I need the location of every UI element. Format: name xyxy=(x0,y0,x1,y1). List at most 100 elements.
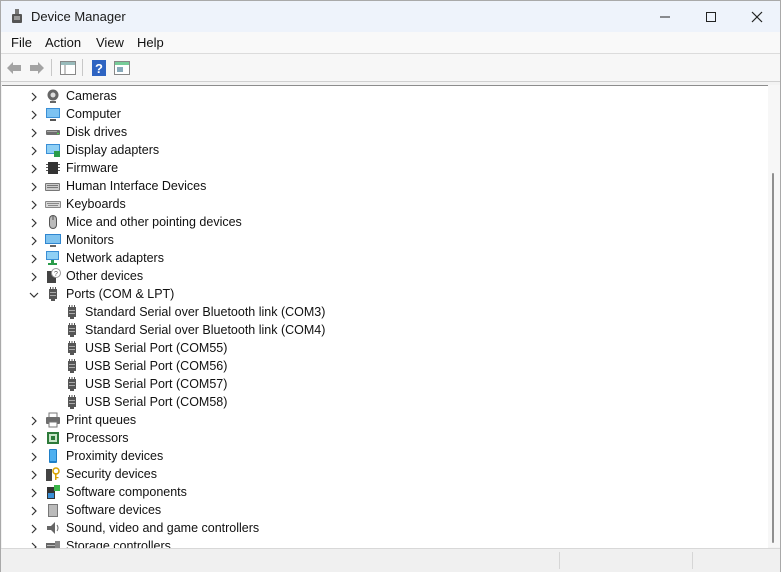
tree-category[interactable]: Software devices xyxy=(2,501,768,519)
menu-action[interactable]: Action xyxy=(45,35,81,50)
port-icon xyxy=(64,322,80,338)
tree-device[interactable]: Standard Serial over Bluetooth link (COM… xyxy=(2,303,768,321)
close-button[interactable] xyxy=(734,1,780,32)
back-button[interactable] xyxy=(5,59,23,77)
chevron-right-icon[interactable] xyxy=(28,198,40,210)
menu-bar: File Action View Help xyxy=(1,32,780,54)
chevron-right-icon[interactable] xyxy=(28,270,40,282)
help-button[interactable]: ? xyxy=(90,59,108,77)
tree-device[interactable]: USB Serial Port (COM55) xyxy=(2,339,768,357)
chevron-right-icon[interactable] xyxy=(28,252,40,264)
svg-text:?: ? xyxy=(54,271,58,278)
tree-category[interactable]: Cameras xyxy=(2,87,768,105)
chevron-right-icon[interactable] xyxy=(28,144,40,156)
chevron-right-icon[interactable] xyxy=(28,540,40,548)
menu-help[interactable]: Help xyxy=(137,35,164,50)
tree-category[interactable]: Mice and other pointing devices xyxy=(2,213,768,231)
tree-category[interactable]: Firmware xyxy=(2,159,768,177)
tree-category-label: Display adapters xyxy=(66,143,160,157)
monitor-icon xyxy=(45,232,61,248)
tree-category[interactable]: Security devices xyxy=(2,465,768,483)
title-bar[interactable]: Device Manager xyxy=(1,1,780,32)
vertical-scrollbar[interactable] xyxy=(768,85,780,547)
tree-category[interactable]: Network adapters xyxy=(2,249,768,267)
tree-device-label: USB Serial Port (COM55) xyxy=(85,341,228,355)
device-manager-window: Device Manager File Action View Help ? C… xyxy=(0,0,781,572)
chevron-right-icon[interactable] xyxy=(28,450,40,462)
speaker-icon xyxy=(45,520,61,536)
chevron-right-icon[interactable] xyxy=(28,432,40,444)
chevron-right-icon[interactable] xyxy=(28,90,40,102)
menu-view[interactable]: View xyxy=(96,35,124,50)
minimize-button[interactable] xyxy=(642,1,688,32)
window-title: Device Manager xyxy=(31,9,126,24)
toolbar-separator xyxy=(51,59,52,76)
tree-category[interactable]: Human Interface Devices xyxy=(2,177,768,195)
tree-category[interactable]: Monitors xyxy=(2,231,768,249)
tree-category-label: Software components xyxy=(66,485,187,499)
tree-category-label: Network adapters xyxy=(66,251,164,265)
chevron-right-icon[interactable] xyxy=(28,414,40,426)
tree-device[interactable]: Standard Serial over Bluetooth link (COM… xyxy=(2,321,768,339)
network-adapter-icon xyxy=(45,250,61,266)
firmware-chip-icon xyxy=(45,160,61,176)
chevron-right-icon[interactable] xyxy=(28,126,40,138)
tree-category-label: Computer xyxy=(66,107,121,121)
proximity-icon xyxy=(45,448,61,464)
forward-button[interactable] xyxy=(28,59,46,77)
maximize-button[interactable] xyxy=(688,1,734,32)
forward-arrow-icon xyxy=(30,62,44,74)
chevron-right-icon[interactable] xyxy=(28,522,40,534)
tree-device[interactable]: USB Serial Port (COM56) xyxy=(2,357,768,375)
tree-category[interactable]: Print queues xyxy=(2,411,768,429)
tree-category[interactable]: Sound, video and game controllers xyxy=(2,519,768,537)
scrollbar-thumb[interactable] xyxy=(772,173,774,543)
tree-category[interactable]: Storage controllers xyxy=(2,537,768,548)
tree-category[interactable]: Display adapters xyxy=(2,141,768,159)
device-tree[interactable]: Cameras Computer Disk drives Display adapte… xyxy=(2,85,768,548)
tree-category[interactable]: Processors xyxy=(2,429,768,447)
tree-category[interactable]: Proximity devices xyxy=(2,447,768,465)
status-divider xyxy=(559,552,561,569)
status-divider xyxy=(692,552,694,569)
tree-category-ports-label: Ports (COM & LPT) xyxy=(66,287,175,301)
menu-file[interactable]: File xyxy=(11,35,32,50)
port-icon xyxy=(64,340,80,356)
tree-category[interactable]: Computer xyxy=(2,105,768,123)
tree-category-ports[interactable]: Ports (COM & LPT) xyxy=(2,285,768,303)
chevron-right-icon[interactable] xyxy=(28,180,40,192)
chevron-right-icon[interactable] xyxy=(28,504,40,516)
chevron-right-icon[interactable] xyxy=(28,216,40,228)
tree-category-label: Human Interface Devices xyxy=(66,179,207,193)
chevron-right-icon[interactable] xyxy=(28,486,40,498)
svg-text:?: ? xyxy=(95,61,103,76)
port-icon xyxy=(64,358,80,374)
chevron-down-icon[interactable] xyxy=(28,288,40,300)
tree-category-label: Disk drives xyxy=(66,125,128,139)
printer-icon xyxy=(45,412,61,428)
tree-category[interactable]: Software components xyxy=(2,483,768,501)
chevron-right-icon[interactable] xyxy=(28,108,40,120)
tree-category[interactable]: Keyboards xyxy=(2,195,768,213)
port-icon xyxy=(45,286,61,302)
tree-category-label: Sound, video and game controllers xyxy=(66,521,260,535)
tree-device-label: Standard Serial over Bluetooth link (COM… xyxy=(85,323,326,337)
action-pane-icon xyxy=(114,61,130,75)
help-icon: ? xyxy=(92,60,106,76)
tree-category-label: Mice and other pointing devices xyxy=(66,215,242,229)
tree-category[interactable]: Disk drives xyxy=(2,123,768,141)
tree-category-label: Keyboards xyxy=(66,197,126,211)
tree-device[interactable]: USB Serial Port (COM57) xyxy=(2,375,768,393)
tree-category-label: Cameras xyxy=(66,89,117,103)
tree-device-label: USB Serial Port (COM57) xyxy=(85,377,228,391)
storage-controller-icon xyxy=(45,538,61,548)
tree-category[interactable]: ? Other devices xyxy=(2,267,768,285)
chevron-right-icon[interactable] xyxy=(28,162,40,174)
show-hide-console-tree-button[interactable] xyxy=(59,59,77,77)
chevron-right-icon[interactable] xyxy=(28,468,40,480)
status-bar xyxy=(1,548,780,572)
tree-device[interactable]: USB Serial Port (COM58) xyxy=(2,393,768,411)
tree-category-label: Software devices xyxy=(66,503,162,517)
show-action-pane-button[interactable] xyxy=(113,59,131,77)
chevron-right-icon[interactable] xyxy=(28,234,40,246)
